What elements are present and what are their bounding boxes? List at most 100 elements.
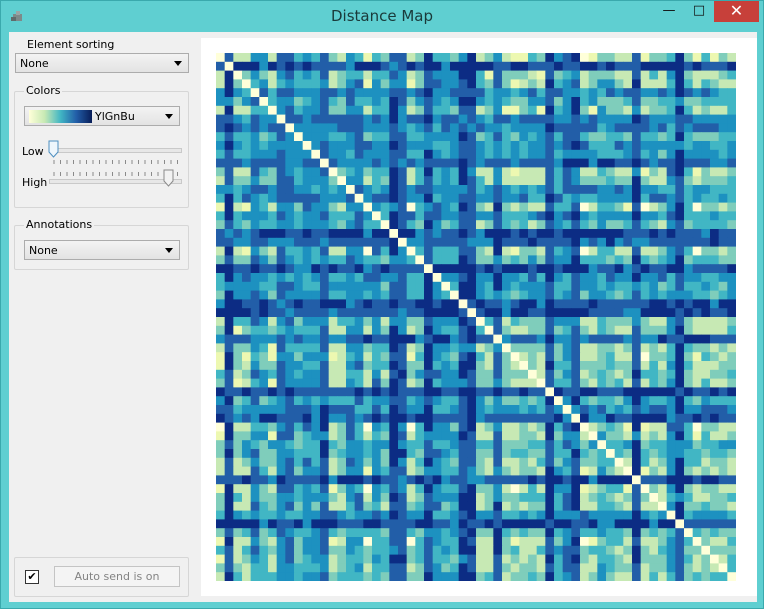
heatmap-cell <box>692 149 702 159</box>
heatmap-cell <box>224 413 234 423</box>
heatmap-cell <box>216 431 226 441</box>
heatmap-cell <box>580 457 590 467</box>
heatmap-cell <box>580 202 590 212</box>
heatmap-cell <box>718 79 728 89</box>
minimize-button[interactable]: — <box>655 1 683 22</box>
heatmap-cell <box>684 281 694 291</box>
heatmap-cell <box>302 537 312 547</box>
heatmap-cell <box>580 88 590 98</box>
heatmap-cell <box>311 484 321 494</box>
heatmap-cell <box>320 273 330 283</box>
heatmap-cell <box>692 193 702 203</box>
heatmap-cell <box>380 167 390 177</box>
low-slider-track[interactable] <box>49 148 182 153</box>
heatmap-cell <box>216 141 226 151</box>
heatmap-cell <box>328 123 338 133</box>
element-sorting-combo[interactable]: None <box>15 53 189 73</box>
heatmap-cell <box>424 61 434 71</box>
heatmap-cell <box>510 343 520 353</box>
heatmap-cell <box>432 387 442 397</box>
heatmap-cell <box>424 237 434 247</box>
annotations-combo[interactable]: None <box>24 240 180 260</box>
heatmap-cell <box>285 317 295 327</box>
heatmap-cell <box>580 510 590 520</box>
heatmap-cell <box>441 53 451 63</box>
heatmap-cell <box>216 132 226 142</box>
heatmap-cell <box>519 211 529 221</box>
heatmap-cell <box>571 466 581 476</box>
heatmap-cell <box>658 105 668 115</box>
heatmap-cell <box>302 255 312 265</box>
heatmap-cell <box>675 167 685 177</box>
heatmap-cell <box>320 299 330 309</box>
heatmap-cell <box>484 352 494 362</box>
heatmap-cell <box>510 413 520 423</box>
heatmap-cell <box>432 220 442 230</box>
auto-send-button[interactable]: Auto send is on <box>54 566 180 587</box>
heatmap-cell <box>554 378 564 388</box>
heatmap-cell <box>354 88 364 98</box>
heatmap-cell <box>216 440 226 450</box>
heatmap-cell <box>424 79 434 89</box>
heatmap-cell <box>476 501 486 511</box>
heatmap-cell <box>441 466 451 476</box>
high-slider-thumb[interactable] <box>163 169 174 187</box>
heatmap-cell <box>380 537 390 547</box>
heatmap-cell <box>632 563 642 573</box>
heatmap-cell <box>372 537 382 547</box>
heatmap-cell <box>718 141 728 151</box>
heatmap-cell <box>710 378 720 388</box>
heatmap-cell <box>354 273 364 283</box>
heatmap-cell <box>675 510 685 520</box>
heatmap-cell <box>493 193 503 203</box>
control-panel: Element sorting None Colors YlGnBu Low H… <box>9 32 196 602</box>
heatmap-cell <box>216 211 226 221</box>
heatmap-cell <box>337 519 347 529</box>
heatmap-cell <box>519 290 529 300</box>
palette-combo[interactable]: YlGnBu <box>24 106 180 126</box>
heatmap-cell <box>493 264 503 274</box>
heatmap-cell <box>510 193 520 203</box>
distance-heatmap[interactable] <box>216 53 736 581</box>
heatmap-cell <box>224 149 234 159</box>
heatmap-cell <box>216 158 226 168</box>
heatmap-cell <box>389 264 399 274</box>
heatmap-cell <box>415 88 425 98</box>
heatmap-cell <box>502 273 512 283</box>
heatmap-cell <box>510 105 520 115</box>
heatmap-cell <box>580 237 590 247</box>
heatmap-cell <box>285 79 295 89</box>
heatmap-cell <box>675 70 685 80</box>
heatmap-cell <box>614 141 624 151</box>
heatmap-cell <box>432 405 442 415</box>
heatmap-cell <box>363 317 373 327</box>
heatmap-cell <box>649 97 659 107</box>
heatmap-cell <box>502 466 512 476</box>
title-bar[interactable]: Distance Map — □ ✕ <box>1 1 763 31</box>
heatmap-cell <box>276 264 286 274</box>
heatmap-cell <box>606 387 616 397</box>
heatmap-cell <box>658 61 668 71</box>
heatmap-cell <box>571 141 581 151</box>
heatmap-cell <box>666 422 676 432</box>
heatmap-cell <box>320 229 330 239</box>
heatmap-cell <box>675 352 685 362</box>
heatmap-cell <box>510 475 520 485</box>
heatmap-cell <box>701 563 711 573</box>
heatmap-cell <box>545 114 555 124</box>
heatmap-cell <box>571 405 581 415</box>
heatmap-cell <box>328 484 338 494</box>
heatmap-cell <box>632 554 642 564</box>
close-button[interactable]: ✕ <box>714 1 759 22</box>
auto-send-checkbox[interactable]: ✔ <box>25 570 39 584</box>
heatmap-cell <box>328 308 338 318</box>
heatmap-cell <box>242 352 252 362</box>
heatmap-cell <box>710 510 720 520</box>
heatmap-cell <box>250 53 260 63</box>
heatmap-cell <box>536 466 546 476</box>
heatmap-cell <box>389 255 399 265</box>
heatmap-cell <box>684 396 694 406</box>
heatmap-cell <box>536 255 546 265</box>
maximize-button[interactable]: □ <box>685 1 713 22</box>
low-slider-thumb[interactable] <box>48 140 59 158</box>
